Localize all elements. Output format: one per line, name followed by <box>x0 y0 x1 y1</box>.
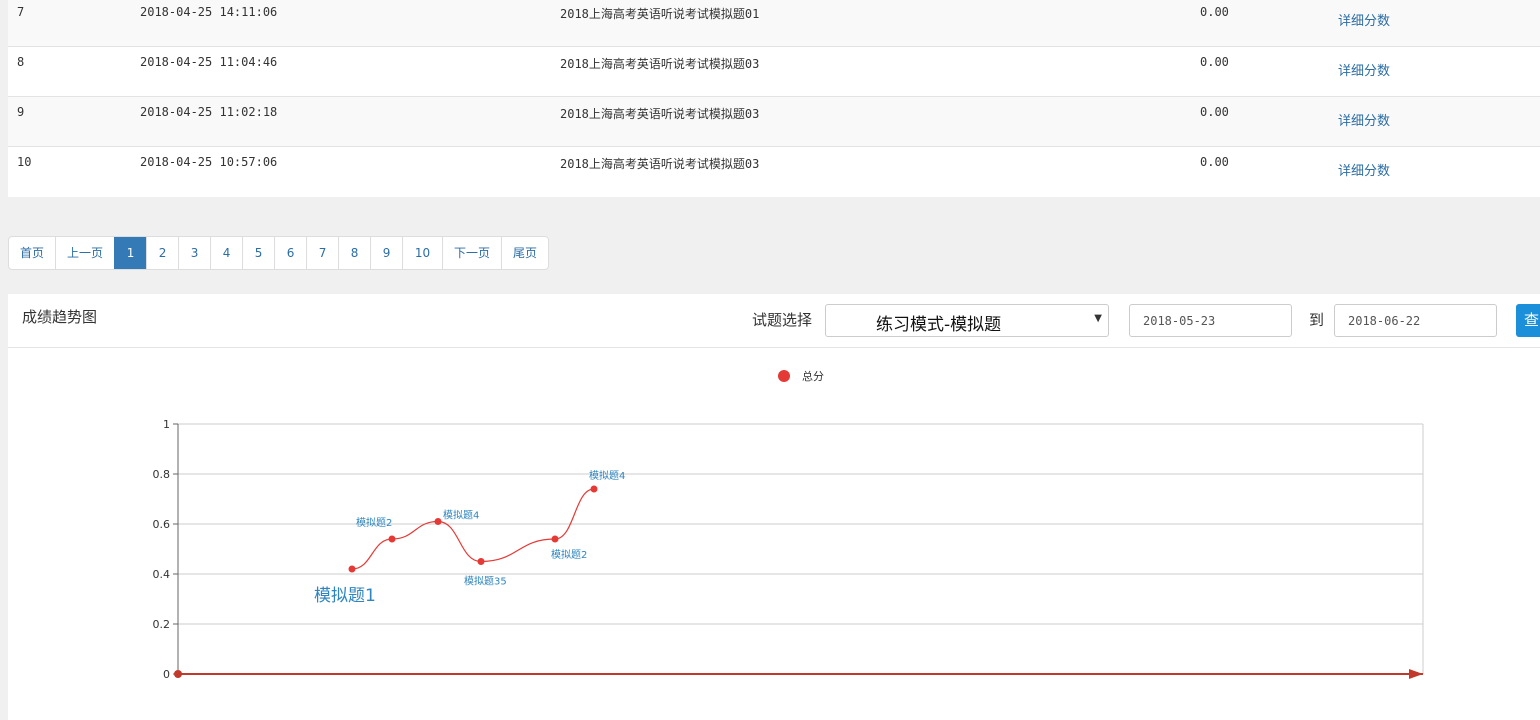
row-time: 2018-04-25 14:11:06 <box>140 5 278 19</box>
x-axis-arrow <box>1409 669 1423 679</box>
origin-marker <box>174 670 182 678</box>
data-point <box>551 535 559 543</box>
y-tick-label: 0.8 <box>153 468 171 481</box>
pager-page-8[interactable]: 8 <box>338 237 370 269</box>
data-label: 模拟题35 <box>464 575 507 588</box>
dropdown-caret-icon: ▼ <box>1094 313 1102 324</box>
row-time: 2018-04-25 10:57:06 <box>140 155 278 169</box>
pager-page-7[interactable]: 7 <box>306 237 338 269</box>
row-paper: 2018上海高考英语听说考试模拟题03 <box>560 57 760 71</box>
pager-page-4[interactable]: 4 <box>210 237 242 269</box>
data-label: 模拟题2 <box>356 516 392 529</box>
pager-page-2[interactable]: 2 <box>146 237 178 269</box>
pager-page-9[interactable]: 9 <box>370 237 402 269</box>
row-score: 0.00 <box>1200 105 1229 119</box>
y-tick-label: 0.4 <box>153 568 171 581</box>
data-point <box>348 565 356 573</box>
trend-title: 成绩趋势图 <box>22 308 98 326</box>
pager-page-3[interactable]: 3 <box>178 237 210 269</box>
query-button[interactable]: 查 <box>1516 304 1540 337</box>
pager-prev[interactable]: 上一页 <box>55 237 114 269</box>
table-row: 10 2018-04-25 10:57:06 2018上海高考英语听说考试模拟题… <box>8 147 1540 197</box>
pager-page-5[interactable]: 5 <box>242 237 274 269</box>
table-row: 8 2018-04-25 11:04:46 2018上海高考英语听说考试模拟题0… <box>8 47 1540 97</box>
pager-page-6[interactable]: 6 <box>274 237 306 269</box>
trend-chart: 总分 0 0.2 0.4 0.6 0.8 1 模拟题1 模拟题2 模拟题4 模拟题35 模拟题2 模拟题… <box>153 369 1424 681</box>
date-to-label: 到 <box>1309 311 1325 329</box>
row-number: 10 <box>17 155 32 169</box>
score-trend-panel: 成绩趋势图 试题选择 练习模式-模拟题 ▼ 2018-05-23 到 2018-… <box>8 294 1540 720</box>
question-select[interactable]: 练习模式-模拟题 ▼ <box>825 304 1109 337</box>
row-time: 2018-04-25 11:02:18 <box>140 105 278 119</box>
date-from-input[interactable]: 2018-05-23 <box>1129 304 1292 337</box>
pager-last[interactable]: 尾页 <box>501 237 548 269</box>
row-number: 7 <box>17 5 25 19</box>
pager-first[interactable]: 首页 <box>9 237 55 269</box>
data-point <box>388 535 396 543</box>
row-score: 0.00 <box>1200 55 1229 69</box>
data-point <box>434 518 442 525</box>
row-number: 9 <box>17 105 25 119</box>
pagination: 首页 上一页 1 2 3 4 5 6 7 8 9 10 下一页 尾页 <box>8 236 550 270</box>
legend-marker <box>778 370 790 382</box>
detail-score-link[interactable]: 详细分数 <box>1338 110 1390 129</box>
detail-score-link[interactable]: 详细分数 <box>1338 60 1390 79</box>
row-paper: 2018上海高考英语听说考试模拟题03 <box>560 157 760 171</box>
data-label: 模拟题1 <box>314 586 376 606</box>
y-tick-label: 0.2 <box>153 618 171 631</box>
question-select-value: 练习模式-模拟题 <box>876 315 1002 335</box>
y-tick-label: 0 <box>163 668 170 681</box>
row-score: 0.00 <box>1200 5 1229 19</box>
date-to-input[interactable]: 2018-06-22 <box>1334 304 1497 337</box>
y-tick-label: 1 <box>163 418 170 431</box>
results-table: 7 2018-04-25 14:11:06 2018上海高考英语听说考试模拟题0… <box>8 0 1540 197</box>
y-tick-label: 0.6 <box>153 518 171 531</box>
data-point <box>590 485 598 493</box>
legend-label: 总分 <box>802 369 824 383</box>
data-label: 模拟题4 <box>589 469 625 482</box>
pager-next[interactable]: 下一页 <box>442 237 501 269</box>
data-label: 模拟题4 <box>443 509 479 522</box>
table-row: 9 2018-04-25 11:02:18 2018上海高考英语听说考试模拟题0… <box>8 97 1540 147</box>
question-select-label: 试题选择 <box>752 311 813 329</box>
row-paper: 2018上海高考英语听说考试模拟题03 <box>560 107 760 121</box>
detail-score-link[interactable]: 详细分数 <box>1338 10 1390 29</box>
data-point <box>477 558 485 565</box>
detail-score-link[interactable]: 详细分数 <box>1338 160 1390 179</box>
table-row: 7 2018-04-25 14:11:06 2018上海高考英语听说考试模拟题0… <box>8 0 1540 47</box>
data-label: 模拟题2 <box>551 548 587 561</box>
row-time: 2018-04-25 11:04:46 <box>140 55 278 69</box>
pager-page-10[interactable]: 10 <box>402 237 442 269</box>
trend-toolbar: 成绩趋势图 试题选择 练习模式-模拟题 ▼ 2018-05-23 到 2018-… <box>8 294 1540 348</box>
row-number: 8 <box>17 55 25 69</box>
pager-page-1[interactable]: 1 <box>114 237 147 269</box>
row-score: 0.00 <box>1200 155 1229 169</box>
row-paper: 2018上海高考英语听说考试模拟题01 <box>560 7 760 21</box>
